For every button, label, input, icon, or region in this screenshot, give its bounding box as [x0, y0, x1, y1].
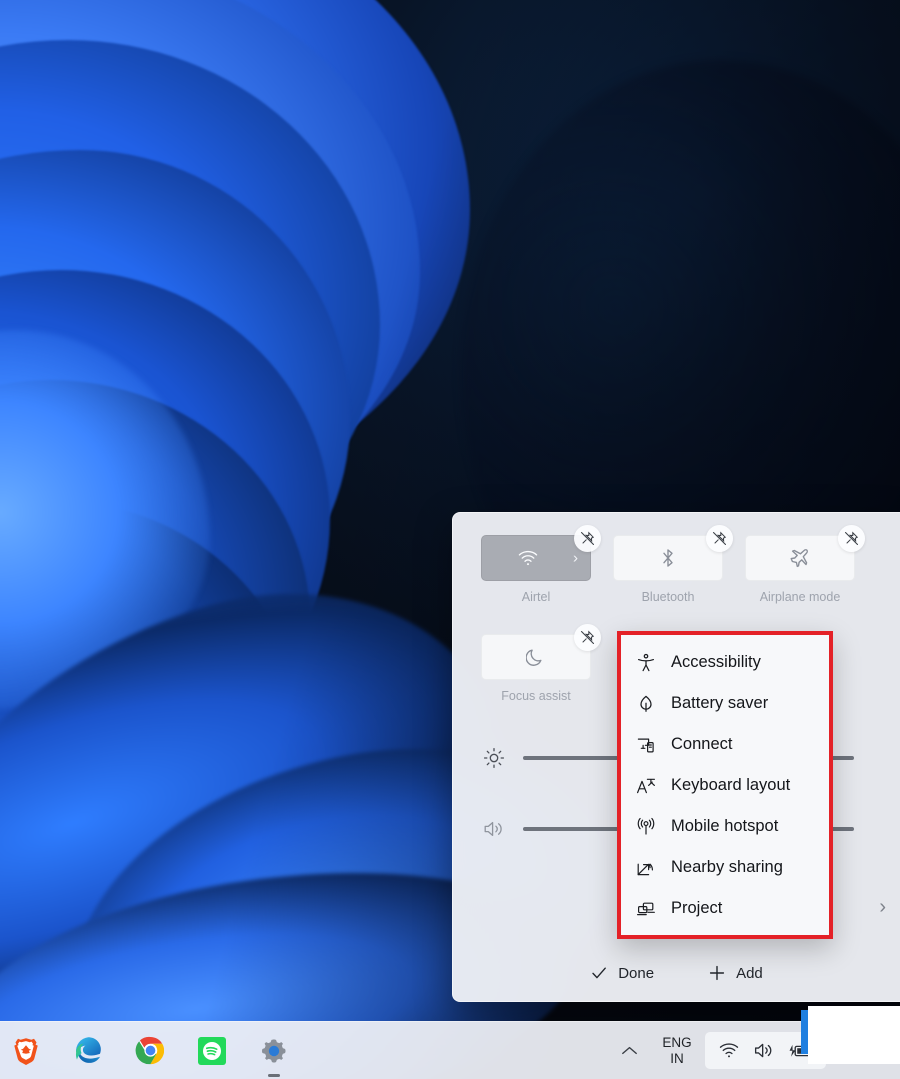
quick-tile-focus-assist[interactable]: Focus assist: [481, 624, 601, 703]
unpin-icon[interactable]: [574, 624, 601, 651]
screenshot-overlay-white-block: [808, 1006, 900, 1064]
menu-item-project[interactable]: Project: [621, 888, 829, 929]
quick-tile-wifi[interactable]: › Airtel: [481, 525, 601, 604]
menu-item-keyboard-layout-label: Keyboard layout: [671, 776, 791, 794]
menu-item-mobile-hotspot[interactable]: Mobile hotspot: [621, 806, 829, 847]
wifi-icon: [718, 1042, 740, 1059]
volume-icon: [481, 819, 507, 839]
wifi-icon: [517, 549, 539, 567]
done-button[interactable]: Done: [580, 958, 664, 988]
taskbar-app-list: [0, 1022, 294, 1079]
nearby-sharing-icon: [635, 857, 657, 879]
accessibility-icon: [635, 652, 657, 674]
chevron-right-icon[interactable]: ›: [573, 551, 578, 566]
running-indicator: [268, 1073, 280, 1077]
quick-tile-airplane-label: Airplane mode: [759, 590, 841, 604]
menu-item-mobile-hotspot-label: Mobile hotspot: [671, 817, 779, 835]
menu-item-accessibility[interactable]: Accessibility: [621, 642, 829, 683]
taskbar-app-edge[interactable]: [68, 1031, 108, 1071]
quick-tile-bluetooth-label: Bluetooth: [641, 590, 695, 604]
add-button[interactable]: Add: [698, 958, 773, 988]
quick-tile-airplane[interactable]: Airplane mode: [745, 525, 865, 604]
menu-item-connect-label: Connect: [671, 735, 733, 753]
taskbar-app-settings[interactable]: [254, 1031, 294, 1077]
airplane-icon: [788, 547, 812, 569]
menu-item-keyboard-layout[interactable]: Keyboard layout: [621, 765, 829, 806]
add-button-label: Add: [736, 964, 763, 982]
taskbar[interactable]: ENG IN: [0, 1021, 900, 1079]
plus-icon: [708, 964, 726, 982]
connect-icon: [635, 734, 657, 756]
add-quick-setting-flyout[interactable]: Accessibility Battery saver Connect Keyb…: [617, 631, 833, 939]
flyout-item-list: Accessibility Battery saver Connect Keyb…: [621, 635, 829, 935]
moon-icon: [526, 646, 546, 668]
menu-item-battery-saver-label: Battery saver: [671, 694, 769, 712]
unpin-icon[interactable]: [574, 525, 601, 552]
done-button-label: Done: [618, 964, 655, 982]
menu-item-accessibility-label: Accessibility: [671, 653, 761, 671]
keyboard-layout-icon: [635, 775, 657, 797]
unpin-icon[interactable]: [838, 525, 865, 552]
quick-tile-wifi-label: Airtel: [521, 590, 551, 604]
leaf-icon: [635, 693, 657, 715]
language-line-2: IN: [670, 1050, 684, 1066]
quick-settings-tiles-row-1: › Airtel Bluetooth Airplane mode: [453, 513, 900, 604]
language-line-1: ENG: [662, 1034, 692, 1050]
taskbar-app-chrome[interactable]: [130, 1031, 170, 1071]
taskbar-app-spotify[interactable]: [192, 1031, 232, 1071]
brightness-icon: [481, 747, 507, 769]
hotspot-icon: [635, 816, 657, 838]
menu-item-nearby-sharing[interactable]: Nearby sharing: [621, 847, 829, 888]
quick-tile-focus-assist-label: Focus assist: [501, 689, 571, 703]
menu-item-project-label: Project: [671, 899, 723, 917]
check-icon: [590, 964, 608, 982]
chevron-right-icon[interactable]: ›: [879, 896, 886, 919]
volume-icon: [753, 1041, 775, 1060]
menu-item-battery-saver[interactable]: Battery saver: [621, 683, 829, 724]
quick-settings-footer: Done Add: [453, 945, 900, 1001]
project-icon: [635, 898, 657, 920]
unpin-icon[interactable]: [706, 525, 733, 552]
menu-item-connect[interactable]: Connect: [621, 724, 829, 765]
menu-item-nearby-sharing-label: Nearby sharing: [671, 858, 783, 876]
taskbar-app-brave[interactable]: [6, 1031, 46, 1071]
bluetooth-icon: [660, 547, 676, 569]
quick-tile-bluetooth[interactable]: Bluetooth: [613, 525, 733, 604]
language-indicator[interactable]: ENG IN: [649, 1035, 705, 1067]
chevron-up-icon[interactable]: [609, 1022, 649, 1079]
